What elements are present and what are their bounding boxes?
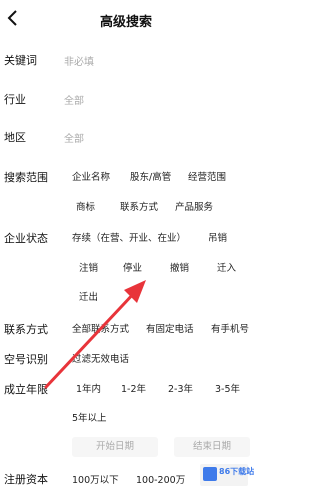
founded-option-3-5y[interactable]: 3-5年 <box>215 381 240 395</box>
status-option-moved-in[interactable]: 迁入 <box>217 260 236 274</box>
capital-option-100-200w[interactable]: 100-200万 <box>136 472 185 486</box>
industry-select[interactable]: 全部 <box>64 92 84 107</box>
status-option-active[interactable]: 存续（在营、开业、在业） <box>72 230 186 244</box>
top-bar: 高级搜索 <box>0 0 252 38</box>
watermark: 86下载站 <box>200 464 254 486</box>
region-label: 地区 <box>4 131 26 144</box>
founded-label: 成立年限 <box>4 383 48 396</box>
contact-label: 联系方式 <box>4 323 48 336</box>
status-option-suspended[interactable]: 停业 <box>123 260 142 274</box>
capital-label: 注册资本 <box>4 473 48 486</box>
founded-option-5y-plus[interactable]: 5年以上 <box>72 410 107 424</box>
scope-option-contact[interactable]: 联系方式 <box>120 199 158 213</box>
contact-option-landline[interactable]: 有固定电话 <box>146 321 194 335</box>
status-option-revoked[interactable]: 吊销 <box>208 230 227 244</box>
founded-option-1y[interactable]: 1年内 <box>76 381 101 395</box>
founded-option-2-3y[interactable]: 2-3年 <box>168 381 193 395</box>
keyword-label: 关键词 <box>4 54 37 67</box>
watermark-logo-icon <box>203 467 217 481</box>
end-date-field[interactable]: 结束日期 <box>174 437 250 457</box>
status-option-moved-out[interactable]: 迁出 <box>79 289 98 303</box>
phone-check-label: 空号识别 <box>4 353 48 366</box>
contact-option-mobile[interactable]: 有手机号 <box>211 321 249 335</box>
contact-option-all[interactable]: 全部联系方式 <box>72 321 129 335</box>
status-label: 企业状态 <box>4 232 48 245</box>
keyword-input[interactable]: 非必填 <box>64 53 214 68</box>
phone-check-option-filter[interactable]: 过滤无效电话 <box>72 351 129 365</box>
status-option-cancelled[interactable]: 注销 <box>79 260 98 274</box>
scope-option-business-scope[interactable]: 经营范围 <box>188 169 226 183</box>
page-title: 高级搜索 <box>99 15 152 30</box>
scope-option-products[interactable]: 产品服务 <box>175 199 213 213</box>
scope-option-trademark[interactable]: 商标 <box>76 199 95 213</box>
scope-option-company-name[interactable]: 企业名称 <box>72 169 110 183</box>
watermark-brand: 86下载站 <box>219 467 255 476</box>
region-select[interactable]: 全部 <box>64 130 84 145</box>
capital-option-under-100w[interactable]: 100万以下 <box>72 472 119 486</box>
founded-option-1-2y[interactable]: 1-2年 <box>121 381 146 395</box>
scope-option-shareholder[interactable]: 股东/高管 <box>130 169 171 183</box>
start-date-field[interactable]: 开始日期 <box>72 437 158 457</box>
scope-label: 搜索范围 <box>4 171 48 184</box>
status-option-withdrawn[interactable]: 撤销 <box>170 260 189 274</box>
industry-label: 行业 <box>4 93 26 106</box>
